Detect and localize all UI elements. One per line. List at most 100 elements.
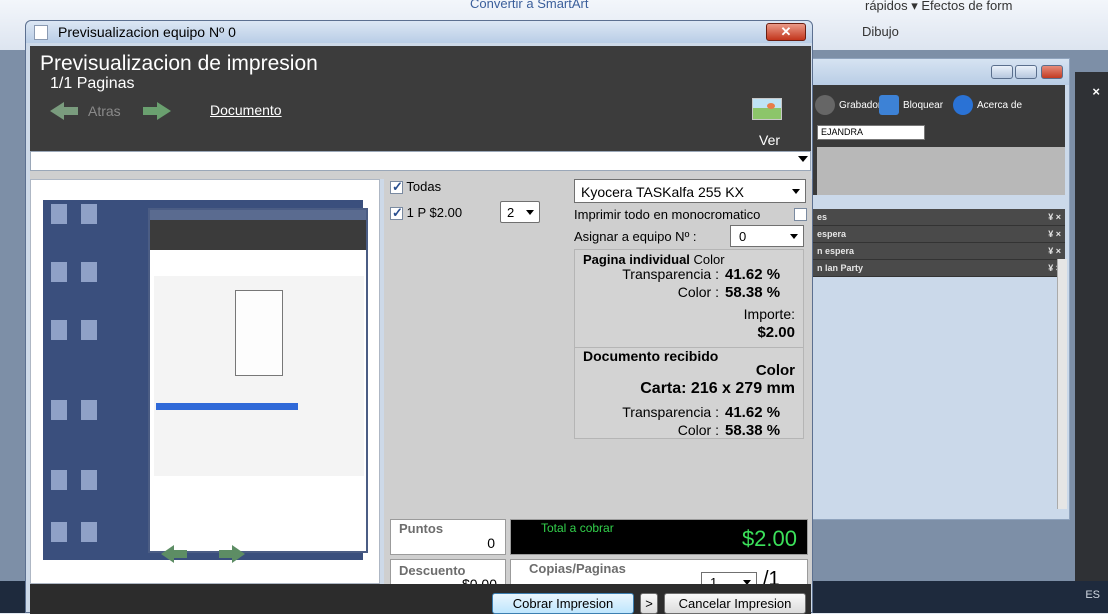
individual-transparency: Transparencia : 41.62 %: [622, 266, 795, 283]
desktop-icon: [81, 522, 97, 542]
combo-divider: [30, 171, 811, 179]
collapse-icon[interactable]: ¥ ×: [1048, 246, 1061, 256]
tool-label: Bloquear: [903, 99, 944, 111]
forward-arrow-icon[interactable]: [142, 102, 171, 120]
assign-select[interactable]: 0: [730, 225, 804, 247]
desktop-icon: [51, 470, 67, 490]
thumbnail-context-menu: [235, 290, 283, 376]
collapse-icon[interactable]: ¥ ×: [1048, 229, 1061, 239]
thumbnail-toolbar: [150, 220, 366, 250]
page-copies-value: 2: [507, 205, 515, 220]
monochrome-label: Imprimir todo en monocromatico: [574, 207, 761, 222]
list-item-label: n lan Party: [817, 263, 864, 273]
desktop-icon: [51, 400, 67, 420]
all-pages-option[interactable]: Todas: [390, 179, 442, 195]
color-label: Color :: [677, 422, 719, 438]
color-label: Color :: [677, 284, 719, 300]
back-button[interactable]: Atras: [88, 103, 121, 119]
page-navigation: Atras: [50, 102, 171, 120]
discount-label: Descuento: [399, 563, 466, 578]
all-pages-checkbox[interactable]: [390, 179, 403, 195]
list-item[interactable]: es ¥ ×: [813, 209, 1065, 226]
preview-window-thumbnail: [148, 208, 368, 553]
document-icon: [34, 25, 48, 40]
tool-label: Grabador: [839, 99, 882, 111]
printer-select[interactable]: Kyocera TASKalfa 255 KX: [574, 179, 806, 203]
copies-pages-label: Copias/Paginas: [529, 561, 626, 576]
maximize-button[interactable]: [1015, 65, 1037, 79]
page-preview[interactable]: [30, 179, 380, 584]
page-copies-select[interactable]: 2: [500, 201, 540, 223]
user-select[interactable]: EJANDRA: [817, 125, 925, 140]
desktop-icon: [81, 204, 97, 224]
transparency-value: 41.62 %: [725, 404, 781, 421]
monochrome-checkbox[interactable]: [794, 208, 807, 221]
dialog-footer: Cobrar Impresion > Cancelar Impresion: [30, 584, 811, 614]
more-button[interactable]: >: [640, 593, 658, 614]
all-pages-label: Todas: [406, 179, 442, 194]
individual-color: Color : 58.38 %: [678, 284, 795, 301]
printer-value: Kyocera TASKalfa 255 KX: [581, 184, 744, 200]
ribbon-smartart-label: Convertir a SmartArt: [470, 0, 589, 11]
view-button[interactable]: Ver: [759, 132, 780, 148]
info-icon: [953, 95, 973, 115]
list-item[interactable]: n espera ¥ ×: [813, 243, 1065, 260]
desktop-icon: [51, 262, 67, 282]
document-link[interactable]: Documento: [210, 102, 282, 118]
print-preview-dialog: Previsualizacion equipo Nº 0 ✕ Previsual…: [25, 20, 813, 614]
monochrome-option[interactable]: Imprimir todo en monocromatico: [574, 207, 807, 222]
assign-label: Asignar a equipo Nº :: [574, 229, 697, 244]
back-arrow-icon[interactable]: [50, 102, 78, 120]
background-list: es ¥ × espera ¥ × n espera ¥ × n lan Party ¥…: [813, 209, 1065, 277]
chevron-down-icon: [790, 234, 798, 239]
tool-grabador[interactable]: Grabador: [815, 95, 881, 115]
chevron-down-icon: [798, 156, 808, 162]
thumbnail-selection: [156, 403, 298, 410]
minimize-button[interactable]: [991, 65, 1013, 79]
document-combo[interactable]: [30, 151, 811, 171]
background-scrollbar[interactable]: [1057, 259, 1067, 509]
close-icon[interactable]: ×: [1092, 84, 1100, 99]
page-option[interactable]: 1 P $2.00: [390, 205, 462, 221]
list-item[interactable]: espera ¥ ×: [813, 226, 1065, 243]
charge-print-button[interactable]: Cobrar Impresion: [492, 593, 634, 614]
page-checkbox[interactable]: [390, 205, 403, 221]
tool-bloquear[interactable]: Bloquear: [879, 95, 943, 115]
page-title: Previsualizacion de impresion: [40, 52, 318, 75]
cancel-print-button[interactable]: Cancelar Impresion: [664, 593, 806, 614]
transparency-value: 41.62 %: [725, 266, 781, 283]
points-label: Puntos: [399, 521, 444, 536]
received-mode: Color: [755, 362, 795, 379]
points-box: Puntos 0: [390, 519, 506, 555]
individual-title: Pagina individual Color: [583, 252, 725, 267]
tool-label: Acerca de: [977, 99, 1023, 111]
individual-mode: Color: [693, 252, 725, 267]
ribbon-group-label: Dibujo: [862, 24, 899, 39]
view-image-icon[interactable]: [752, 98, 782, 120]
previous-page-icon[interactable]: [161, 545, 189, 563]
tool-acerca[interactable]: Acerca de: [953, 95, 1022, 115]
desktop-icon: [51, 522, 67, 542]
importe-value: $2.00: [757, 324, 795, 341]
color-value: 58.38 %: [725, 422, 781, 439]
next-page-icon[interactable]: [219, 545, 247, 563]
desktop-icon: [81, 320, 97, 340]
desktop-icon: [81, 400, 97, 420]
background-window: Grabador Bloquear Acerca de EJANDRA es ¥ …: [808, 58, 1070, 520]
collapse-icon[interactable]: ¥ ×: [1048, 212, 1061, 222]
color-value: 58.38 %: [725, 284, 781, 301]
chevron-down-icon: [526, 210, 534, 215]
ribbon-effects-label: rápidos ▾ Efectos de form: [865, 0, 1013, 13]
total-box: Total a cobrar $2.00: [510, 519, 808, 555]
background-window-titlebar: [809, 59, 1069, 85]
close-button[interactable]: ✕: [766, 23, 806, 41]
preview-navigation: [161, 545, 247, 563]
language-indicator[interactable]: ES: [1085, 589, 1100, 601]
dialog-titlebar: Previsualizacion equipo Nº 0 ✕: [26, 21, 812, 43]
total-value: $2.00: [741, 526, 797, 551]
received-document-group: Documento recibido Color Carta: 216 x 27…: [574, 347, 804, 439]
list-item[interactable]: n lan Party ¥ ×: [813, 260, 1065, 277]
individual-page-group: Pagina individual Color Transparencia : 4…: [574, 249, 804, 359]
close-button[interactable]: [1041, 65, 1063, 79]
total-label: Total a cobrar: [541, 521, 614, 535]
